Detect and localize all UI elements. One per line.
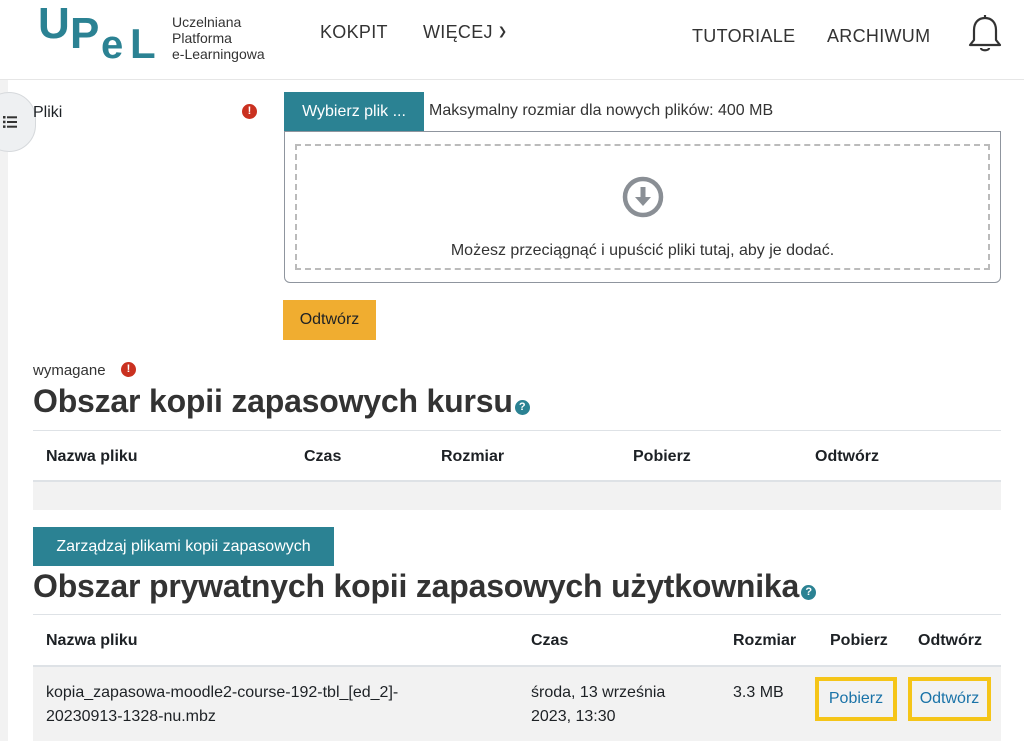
drop-hint: Możesz przeciągnąć i upuścić pliki tutaj…	[450, 242, 835, 259]
table-row: kopia_zapasowa-moodle2-course-192-tbl_[e…	[33, 667, 1001, 741]
top-navbar: U P e L Uczelniana Platforma e-Learningo…	[0, 0, 1024, 80]
nav-wiecej-label: WIĘCEJ	[423, 22, 493, 42]
download-link[interactable]: Pobierz	[815, 677, 897, 721]
help-icon[interactable]: ?	[801, 585, 817, 600]
file-dropzone-container: Możesz przeciągnąć i upuścić pliki tutaj…	[284, 131, 1001, 283]
svg-text:e: e	[101, 23, 123, 64]
col-size: Rozmiar	[733, 632, 797, 649]
choose-file-button[interactable]: Wybierz plik ...	[284, 92, 424, 132]
col-download: Pobierz	[830, 632, 888, 649]
svg-text:P: P	[70, 9, 99, 58]
col-download: Pobierz	[633, 448, 691, 465]
col-filename: Nazwa pliku	[46, 448, 138, 465]
course-backup-title-text: Obszar kopii zapasowych kursu	[33, 383, 513, 419]
manage-backup-files-button[interactable]: Zarządzaj plikami kopii zapasowych	[33, 527, 334, 566]
course-backup-title: Obszar kopii zapasowych kursu?	[33, 383, 530, 420]
col-restore: Odtwórz	[815, 448, 879, 465]
restore-link[interactable]: Odtwórz	[908, 677, 991, 721]
drawer-toggle-button[interactable]	[0, 92, 36, 152]
user-backup-title-text: Obszar prywatnych kopii zapasowych użytk…	[33, 568, 800, 604]
logo-line-3: e-Learningowa	[172, 46, 265, 62]
backup-filename-line-1: kopia_zapasowa-moodle2-course-192-tbl_[e…	[46, 684, 399, 701]
col-size: Rozmiar	[441, 448, 505, 465]
bell-icon[interactable]	[966, 14, 1004, 54]
logo-line-2: Platforma	[172, 30, 232, 46]
nav-archiwum[interactable]: ARCHIWUM	[827, 26, 930, 47]
left-edge	[0, 80, 8, 741]
nav-tutoriale[interactable]: TUTORIALE	[692, 26, 795, 47]
max-size-text: Maksymalny rozmiar dla nowych plików: 40…	[429, 102, 774, 119]
svg-text:L: L	[130, 20, 156, 64]
course-backup-table-header: Nazwa pliku Czas Rozmiar Pobierz Odtwórz	[33, 430, 1001, 482]
col-time: Czas	[531, 632, 569, 649]
required-icon: !	[242, 104, 257, 119]
col-filename: Nazwa pliku	[46, 632, 138, 649]
upel-logo[interactable]: U P e L	[38, 2, 168, 64]
col-time: Czas	[304, 448, 342, 465]
nav-wiecej[interactable]: WIĘCEJ ❯	[423, 22, 507, 43]
course-backup-empty-row	[33, 482, 1001, 510]
logo-text: Uczelniana Platforma e-Learningowa	[172, 14, 265, 62]
backup-filename-line-2: 20230913-1328-nu.mbz	[46, 708, 216, 725]
logo-line-1: Uczelniana	[172, 14, 242, 30]
download-arrow-icon	[622, 176, 664, 218]
backup-time-line-1: środa, 13 września	[531, 684, 666, 701]
user-backup-table-header: Nazwa pliku Czas Rozmiar Pobierz Odtwórz	[33, 614, 1001, 667]
list-icon	[3, 116, 17, 128]
backup-time-line-2: 2023, 13:30	[531, 708, 616, 725]
col-restore: Odtwórz	[918, 632, 982, 649]
files-label: Pliki	[33, 104, 63, 121]
restore-button[interactable]: Odtwórz	[283, 300, 376, 340]
user-backup-title: Obszar prywatnych kopii zapasowych użytk…	[33, 568, 817, 605]
help-icon[interactable]: ?	[514, 400, 530, 415]
file-dropzone[interactable]: Możesz przeciągnąć i upuścić pliki tutaj…	[295, 144, 990, 270]
backup-size: 3.3 MB	[733, 684, 784, 701]
svg-text:U: U	[38, 2, 70, 48]
required-label: wymagane	[33, 362, 106, 379]
chevron-down-icon: ❯	[497, 26, 508, 38]
backup-filename: kopia_zapasowa-moodle2-course-192-tbl_[e…	[46, 681, 398, 729]
required-icon: !	[121, 362, 136, 377]
backup-time: środa, 13 września 2023, 13:30	[531, 681, 665, 729]
nav-kokpit[interactable]: KOKPIT	[320, 22, 388, 43]
